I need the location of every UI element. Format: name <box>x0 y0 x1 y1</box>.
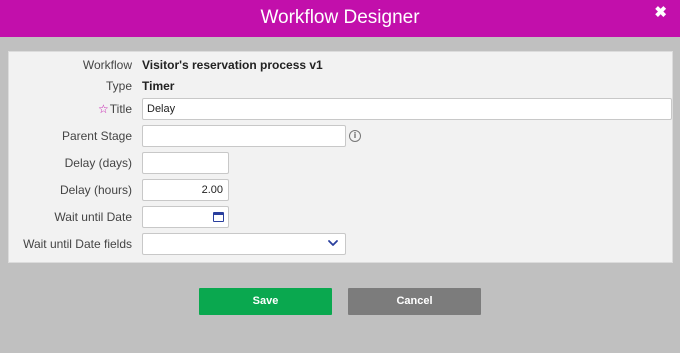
delay-days-input[interactable] <box>142 152 229 174</box>
title-input[interactable]: Delay <box>142 98 672 120</box>
parent-stage-label: Parent Stage <box>61 129 132 143</box>
form-panel: Workflow Visitor's reservation process v… <box>8 51 673 263</box>
parent-stage-input[interactable] <box>142 125 346 147</box>
dialog-title: Workflow Designer <box>260 7 420 28</box>
title-row: ☆Title Delay <box>9 98 674 120</box>
delay-hours-input[interactable]: 2.00 <box>142 179 229 201</box>
parent-stage-row: Parent Stage i <box>9 125 674 147</box>
workflow-value: Visitor's reservation process v1 <box>142 58 323 72</box>
required-star-icon: ☆ <box>98 102 109 116</box>
close-icon[interactable]: ✖ <box>654 5 667 20</box>
delay-hours-row: Delay (hours) 2.00 <box>9 179 674 201</box>
wait-until-date-label: Wait until Date <box>54 210 132 224</box>
calendar-icon[interactable] <box>213 212 224 222</box>
wait-until-date-fields-select[interactable] <box>142 233 346 255</box>
delay-days-row: Delay (days) <box>9 152 674 174</box>
type-label: Type <box>105 79 132 93</box>
chevron-down-icon <box>328 240 338 246</box>
wait-until-date-input[interactable] <box>142 206 229 228</box>
wait-until-date-row: Wait until Date <box>9 206 674 228</box>
wait-until-date-fields-row: Wait until Date fields <box>9 233 674 255</box>
save-button[interactable]: Save <box>199 288 332 315</box>
delay-days-label: Delay (days) <box>64 156 132 170</box>
cancel-button[interactable]: Cancel <box>348 288 481 315</box>
type-row: Type Timer <box>9 75 674 97</box>
workflow-row: Workflow Visitor's reservation process v… <box>9 54 674 76</box>
type-value: Timer <box>142 79 175 93</box>
workflow-label: Workflow <box>82 58 132 72</box>
dialog-titlebar: Workflow Designer ✖ <box>0 0 680 37</box>
title-label: ☆Title <box>98 102 132 116</box>
wait-until-date-fields-label: Wait until Date fields <box>23 237 132 251</box>
delay-hours-label: Delay (hours) <box>59 183 132 197</box>
info-icon[interactable]: i <box>349 130 361 142</box>
